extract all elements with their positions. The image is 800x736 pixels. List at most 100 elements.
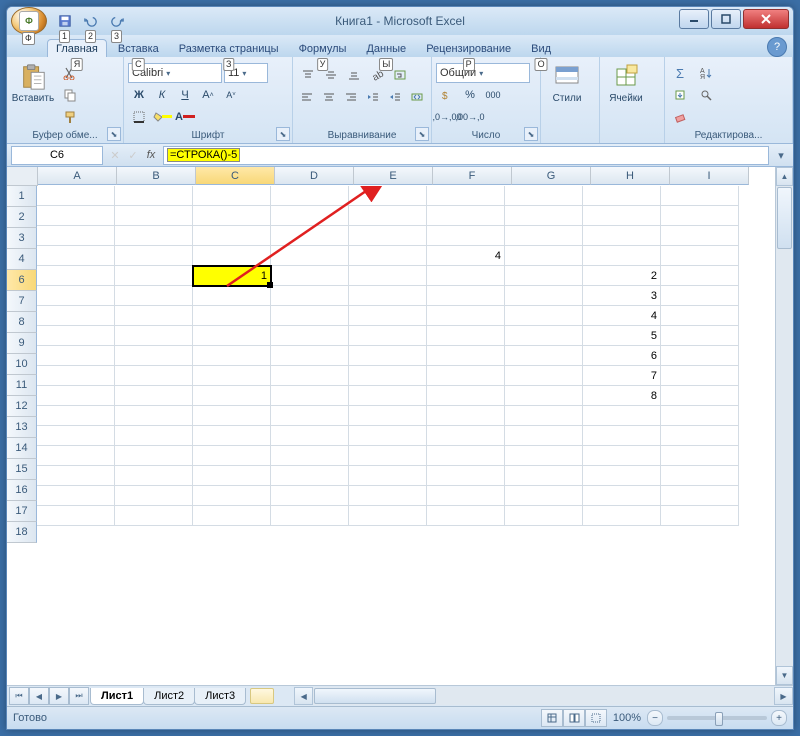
new-sheet-button[interactable] [250, 688, 274, 704]
maximize-button[interactable] [711, 9, 741, 29]
row-header[interactable]: 1 [7, 186, 37, 207]
cell-F1[interactable] [427, 186, 505, 206]
cell-E4[interactable] [349, 246, 427, 266]
cell-D3[interactable] [271, 226, 349, 246]
cell-B4[interactable] [115, 246, 193, 266]
cell-E12[interactable] [349, 386, 427, 406]
cell-F9[interactable] [427, 326, 505, 346]
cell-D1[interactable] [271, 186, 349, 206]
cell-C4[interactable] [193, 246, 271, 266]
tab-Разметка страницы[interactable]: Разметка страницыЗ [170, 39, 288, 57]
cell-F17[interactable] [427, 486, 505, 506]
column-header[interactable]: E [354, 167, 433, 185]
cell-C12[interactable] [193, 386, 271, 406]
cell-H2[interactable] [583, 206, 661, 226]
cell-D13[interactable] [271, 406, 349, 426]
cell-I13[interactable] [661, 406, 739, 426]
cell-C13[interactable] [193, 406, 271, 426]
sheet-tab[interactable]: Лист2 [143, 688, 195, 705]
fill-color-button[interactable] [151, 107, 173, 127]
cell-G11[interactable] [505, 366, 583, 386]
zoom-in-button[interactable]: + [771, 710, 787, 726]
cell-A9[interactable] [37, 326, 115, 346]
cell-A6[interactable] [37, 266, 115, 286]
sheet-nav-first[interactable]: ⏮ [9, 687, 29, 705]
cell-A13[interactable] [37, 406, 115, 426]
cell-B12[interactable] [115, 386, 193, 406]
cell-A14[interactable] [37, 426, 115, 446]
row-header[interactable]: 15 [7, 459, 37, 480]
cell-H13[interactable] [583, 406, 661, 426]
cell-I3[interactable] [661, 226, 739, 246]
cell-D16[interactable] [271, 466, 349, 486]
font-launcher[interactable]: ⬊ [276, 127, 290, 141]
paste-button[interactable]: Вставить [11, 59, 55, 104]
find-button[interactable] [695, 85, 717, 105]
clipboard-launcher[interactable]: ⬊ [107, 127, 121, 141]
cell-I15[interactable] [661, 446, 739, 466]
sheet-nav-next[interactable]: ▶ [49, 687, 69, 705]
cell-A10[interactable] [37, 346, 115, 366]
align-center-button[interactable] [319, 87, 340, 107]
column-header[interactable]: A [38, 167, 117, 185]
cell-A7[interactable] [37, 286, 115, 306]
cell-B15[interactable] [115, 446, 193, 466]
cell-B2[interactable] [115, 206, 193, 226]
cell-G1[interactable] [505, 186, 583, 206]
cell-H4[interactable] [583, 246, 661, 266]
cell-E16[interactable] [349, 466, 427, 486]
number-format-combo[interactable]: Общий▾ [436, 63, 530, 83]
cell-G6[interactable] [505, 266, 583, 286]
align-right-button[interactable] [341, 87, 362, 107]
view-page-layout-button[interactable] [563, 709, 585, 727]
office-button[interactable]: Ф Ф [11, 7, 47, 35]
cell-A15[interactable] [37, 446, 115, 466]
cell-E18[interactable] [349, 506, 427, 526]
cell-F3[interactable] [427, 226, 505, 246]
vertical-scrollbar[interactable]: ▲ ▼ [775, 167, 793, 685]
qat-redo-button[interactable]: 3 [105, 9, 129, 33]
cell-E3[interactable] [349, 226, 427, 246]
cell-H11[interactable]: 7 [583, 366, 661, 386]
cell-H16[interactable] [583, 466, 661, 486]
column-header[interactable]: I [670, 167, 749, 185]
cell-D2[interactable] [271, 206, 349, 226]
cell-C9[interactable] [193, 326, 271, 346]
cell-G7[interactable] [505, 286, 583, 306]
copy-button[interactable] [59, 85, 81, 105]
column-header[interactable]: H [591, 167, 670, 185]
cell-D8[interactable] [271, 306, 349, 326]
cell-H9[interactable]: 5 [583, 326, 661, 346]
row-header[interactable]: 17 [7, 501, 37, 522]
zoom-slider[interactable] [667, 716, 767, 720]
cell-C7[interactable] [193, 286, 271, 306]
number-launcher[interactable]: ⬊ [524, 127, 538, 141]
cell-E15[interactable] [349, 446, 427, 466]
cell-A18[interactable] [37, 506, 115, 526]
cells-button[interactable]: Ячейки [604, 59, 648, 104]
formula-bar[interactable]: =СТРОКА()-5 [163, 146, 769, 165]
cell-E11[interactable] [349, 366, 427, 386]
cell-B13[interactable] [115, 406, 193, 426]
cell-A11[interactable] [37, 366, 115, 386]
cell-I12[interactable] [661, 386, 739, 406]
border-button[interactable] [128, 107, 150, 127]
cell-A16[interactable] [37, 466, 115, 486]
cell-B7[interactable] [115, 286, 193, 306]
styles-button[interactable]: Стили [545, 59, 589, 104]
cell-G10[interactable] [505, 346, 583, 366]
row-header[interactable]: 16 [7, 480, 37, 501]
row-header[interactable]: 11 [7, 375, 37, 396]
cell-G12[interactable] [505, 386, 583, 406]
tab-Главная[interactable]: ГлавнаяЯ [47, 39, 107, 57]
cell-B11[interactable] [115, 366, 193, 386]
cell-I9[interactable] [661, 326, 739, 346]
align-left-button[interactable] [297, 87, 318, 107]
cell-D9[interactable] [271, 326, 349, 346]
cell-C17[interactable] [193, 486, 271, 506]
row-header[interactable]: 2 [7, 207, 37, 228]
italic-button[interactable]: К [151, 85, 173, 105]
cell-F14[interactable] [427, 426, 505, 446]
cell-I4[interactable] [661, 246, 739, 266]
tab-Данные[interactable]: ДанныеЫ [357, 39, 415, 57]
